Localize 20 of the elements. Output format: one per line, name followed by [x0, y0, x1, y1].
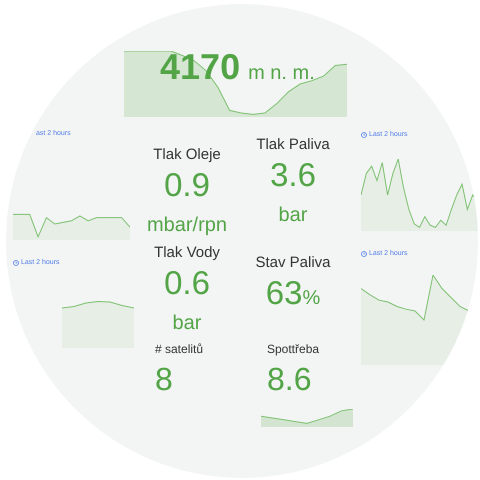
stat-unit: bar [278, 205, 308, 225]
stat-title: Spottřeba [267, 343, 320, 355]
clock-icon [13, 260, 19, 266]
altitude-unit: m n. m. [248, 63, 315, 83]
stat-title: Tlak Oleje [153, 147, 221, 162]
stat-unit: mbar/rpn [146, 215, 228, 235]
stat-value: 8 [155, 363, 174, 395]
stat-value: 8.6 [267, 363, 312, 395]
stat-value: 0.6 [164, 266, 210, 299]
stat-title: Stav Paliva [255, 255, 331, 270]
clock-icon [361, 250, 367, 257]
stat-value: 3.6 [270, 158, 316, 191]
sparkline-chart [62, 298, 134, 348]
stat-unit: bar [172, 313, 202, 333]
stat-value: 63% [266, 276, 320, 309]
clock-icon [361, 132, 367, 138]
stat-title: Tlak Paliva [256, 137, 330, 152]
stat-title: # satelitů [155, 343, 204, 355]
stat-value: 0.9 [164, 168, 210, 201]
stat-title: Tlak Vody [154, 245, 220, 260]
